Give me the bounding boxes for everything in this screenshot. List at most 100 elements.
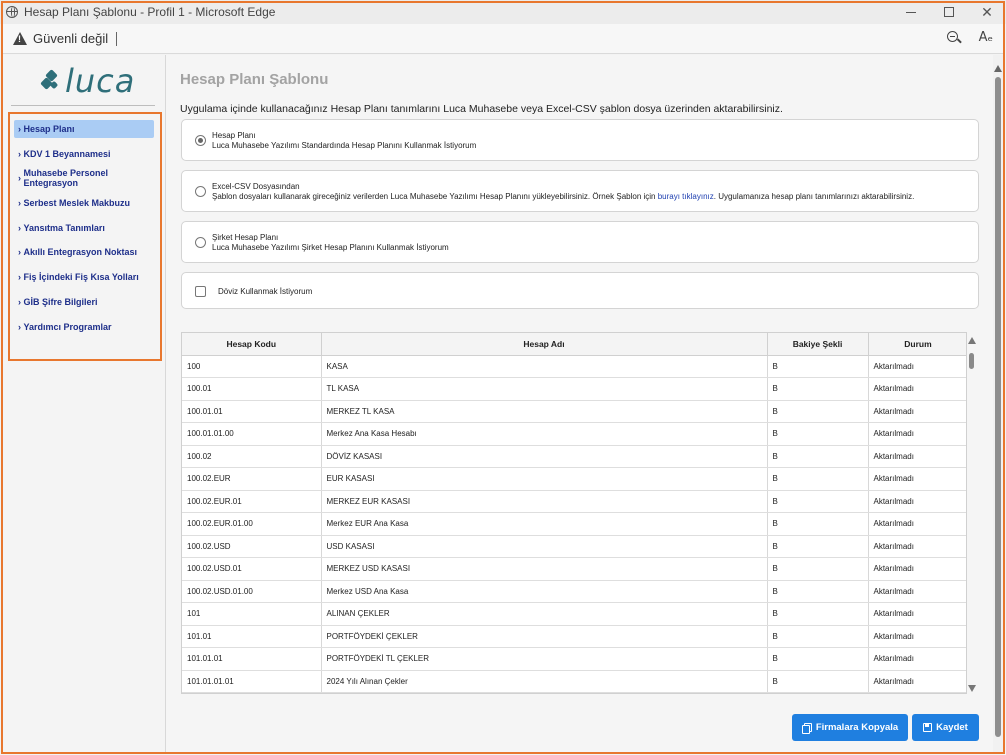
option-doviz[interactable]: Döviz Kullanmak İstiyorum [181,272,979,309]
radio-hesap-plani[interactable] [195,135,206,146]
sidebar-item-personel[interactable]: › Muhasebe Personel Entegrasyon [14,168,154,188]
sidebar-item-label: Yansıtma Tanımları [23,222,105,233]
security-indicator[interactable]: Güvenli değil [33,31,108,46]
option-hesap-plani[interactable]: Hesap Planı Luca Muhasebe Yazılımı Stand… [181,119,979,161]
cell-bakiye-sekli: B [767,400,869,423]
cell-durum: Aktarılmadı [868,512,966,536]
option-title: Excel-CSV Dosyasından [212,182,300,191]
cell-durum: Aktarılmadı [868,557,966,581]
cell-hesap-kodu: 100.01 [182,377,322,401]
cell-hesap-kodu: 100.01.01 [182,400,322,423]
sidebar-item-label: KDV 1 Beyannamesi [23,148,111,159]
table-row[interactable]: 100.01.01.00 Merkez Ana Kasa Hesabı B Aktar… [182,422,966,446]
table-row[interactable]: 101.01.01 PORTFÖYDEKİ TL ÇEKLER B Aktarılma… [182,647,966,671]
cell-durum: Aktarılmadı [868,355,966,378]
table-row[interactable]: 100.02 DÖVİZ KASASI B Aktarılmadı [182,445,966,468]
cell-hesap-kodu: 100.02.USD.01 [182,557,322,581]
cell-hesap-kodu: 100.01.01.00 [182,422,322,446]
column-header-hesap-kodu[interactable]: Hesap Kodu [182,333,322,356]
table-row[interactable]: 101.01 PORTFÖYDEKİ ÇEKLER B Aktarılmadı [182,625,966,648]
sidebar-item-entegrasyon[interactable]: › Akıllı Entegrasyon Noktası [14,243,154,261]
page-scrollbar[interactable] [993,55,1003,752]
sidebar-item-yansitma[interactable]: › Yansıtma Tanımları [14,219,154,237]
address-bar: Güvenli değil Aₑ [3,24,1003,54]
doviz-checkbox-label: Döviz Kullanmak İstiyorum [218,287,313,296]
cell-durum: Aktarılmadı [868,647,966,671]
template-link[interactable]: burayı tıklayınız [658,192,714,201]
page-title: Hesap Planı Şablonu [180,71,329,88]
cell-hesap-kodu: 100.02.USD.01.00 [182,580,322,603]
table-scrollbar[interactable] [967,335,977,695]
hesap-plani-table: Hesap Kodu Hesap Adı Bakiye Şekli Durum … [181,332,967,694]
maximize-button[interactable] [930,0,968,24]
sidebar-item-fis-kisayol[interactable]: › Fiş İçindeki Fiş Kısa Yolları [14,268,154,286]
table-row[interactable]: 100.02.EUR EUR KASASI B Aktarılmadı [182,467,966,491]
close-button[interactable]: ✕ [968,0,1006,24]
sidebar-item-label: Yardımcı Programlar [23,321,112,332]
cell-hesap-adi: PORTFÖYDEKİ ÇEKLER [321,625,768,648]
cell-durum: Aktarılmadı [868,602,966,626]
copy-icon [801,722,812,734]
cell-hesap-adi: USD KASASI [321,535,768,558]
page-scroll-up-icon[interactable] [994,65,1002,72]
address-bar-actions: Aₑ [946,30,993,45]
main-panel: Hesap Planı Şablonu Uygulama içinde kull… [167,55,993,752]
cell-durum [868,692,966,693]
read-aloud-icon[interactable]: Aₑ [979,30,993,45]
cell-bakiye-sekli: B [767,625,869,648]
table-row[interactable]: 100.02.USD.01.00 Merkez USD Ana Kasa B Akta… [182,580,966,603]
scroll-thumb[interactable] [969,353,974,369]
minimize-icon [906,11,916,13]
option-sirket-hesap-plani[interactable]: Şirket Hesap Planı Luca Muhasebe Yazılım… [181,221,979,263]
column-header-bakiye-sekli[interactable]: Bakiye Şekli [767,333,869,356]
option-excel-csv[interactable]: Excel-CSV Dosyasından Şablon dosyaları k… [181,170,979,212]
table-row[interactable]: 100.02.EUR.01.00 Merkez EUR Ana Kasa B Akta… [182,512,966,536]
table-row[interactable]: 100.01 TL KASA B Aktarılmadı [182,377,966,401]
maximize-icon [944,7,954,17]
cell-hesap-adi: MERKEZ TL KASA [321,400,768,423]
page-scroll-thumb[interactable] [995,77,1001,737]
doviz-checkbox[interactable] [195,286,206,297]
table-row[interactable]: 100.02.USD USD KASASI B Aktarılmadı [182,535,966,558]
sidebar-item-kdv1[interactable]: › KDV 1 Beyannamesi [14,145,154,163]
intro-text: Uygulama içinde kullanacağınız Hesap Pla… [180,103,783,115]
warning-icon[interactable] [13,32,27,45]
sidebar-item-smm[interactable]: › Serbest Meslek Makbuzu [14,194,154,212]
save-button[interactable]: Kaydet [912,714,979,741]
scroll-down-icon[interactable] [968,685,976,692]
copy-to-companies-button[interactable]: Firmalara Kopyala [792,714,908,741]
table-row[interactable]: 101.01.01.01 2024 Yılı Alınan Çekler B Akta… [182,670,966,693]
option-description: Luca Muhasebe Yazılımı Standardında Hesa… [212,141,477,150]
table-row[interactable]: 100.02.USD.01 MERKEZ USD KASASI B Aktarılma… [182,557,966,581]
column-header-durum[interactable]: Durum [868,333,966,356]
table-row[interactable]: 100 KASA B Aktarılmadı [182,355,966,378]
radio-sirket-hesap-plani[interactable] [195,237,206,248]
minimize-button[interactable] [892,0,930,24]
scroll-up-icon[interactable] [968,337,976,344]
radio-excel-csv[interactable] [195,186,206,197]
cell-hesap-kodu: 101.01 [182,625,322,648]
sidebar-item-label: GİB Şifre Bilgileri [23,296,98,307]
cell-bakiye-sekli: B [767,647,869,671]
copy-button-label: Firmalara Kopyala [815,722,899,733]
column-header-hesap-adi[interactable]: Hesap Adı [321,333,768,356]
table-row[interactable]: 100.01.01 MERKEZ TL KASA B Aktarılmadı [182,400,966,423]
cell-hesap-adi [321,692,768,693]
sidebar-item-hesap-plani[interactable]: › Hesap Planı [14,120,154,138]
sidebar-divider [11,105,155,106]
option-description-start: Şablon dosyaları kullanarak gireceğiniz … [212,192,658,201]
table-row[interactable]: 100.02.EUR.01 MERKEZ EUR KASASI B Aktarılma… [182,490,966,513]
cell-hesap-adi: MERKEZ USD KASASI [321,557,768,581]
close-icon: ✕ [981,3,993,20]
cell-bakiye-sekli: B [767,467,869,491]
table-row[interactable] [182,692,966,693]
sidebar-item-label: Hesap Planı [23,124,75,134]
table-header-row: Hesap Kodu Hesap Adı Bakiye Şekli Durum [182,333,966,356]
sidebar-item-yardimci[interactable]: › Yardımcı Programlar [14,318,154,336]
table-row[interactable]: 101 ALINAN ÇEKLER B Aktarılmadı [182,602,966,626]
cell-hesap-kodu: 100.02 [182,445,322,468]
zoom-out-icon[interactable] [946,30,961,45]
sidebar-item-label: Akıllı Entegrasyon Noktası [23,247,138,258]
sidebar-item-gib[interactable]: › GİB Şifre Bilgileri [14,293,154,311]
sidebar-item-label: Serbest Meslek Makbuzu [23,198,131,209]
